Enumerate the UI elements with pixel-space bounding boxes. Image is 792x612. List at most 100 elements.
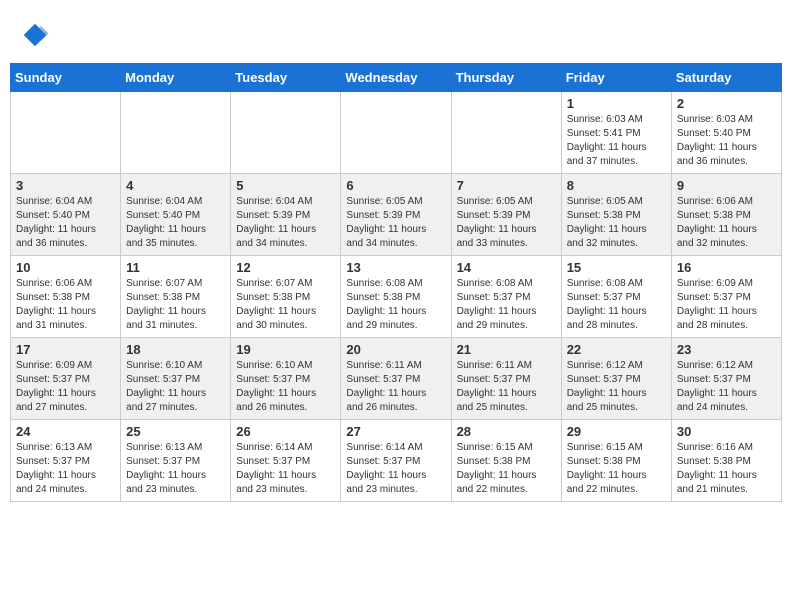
calendar-day-26: 26Sunrise: 6:14 AM Sunset: 5:37 PM Dayli…	[231, 420, 341, 502]
day-info: Sunrise: 6:06 AM Sunset: 5:38 PM Dayligh…	[16, 277, 115, 333]
calendar-day-19: 19 Sunrise: 6:10 AM Sunset: 5:37 PM Dayli…	[231, 338, 341, 420]
day-info: Sunrise: 6:15 AM Sunset: 5:38 PM Dayligh…	[457, 441, 556, 497]
day-number: 20	[346, 342, 445, 357]
calendar-day-23: 23 Sunrise: 6:12 AM Sunset: 5:37 PM Dayli…	[671, 338, 781, 420]
calendar-day-12: 12 Sunrise: 6:07 AM Sunset: 5:38 PM Dayli…	[231, 256, 341, 338]
day-info: Sunrise: 6:12 AM Sunset: 5:37 PM Dayligh…	[677, 359, 776, 415]
calendar-day-6: 6 Sunrise: 6:05 AM Sunset: 5:39 PM Daylig…	[341, 174, 451, 256]
day-number: 3	[16, 178, 115, 193]
day-info: Sunrise: 6:16 AM Sunset: 5:38 PM Dayligh…	[677, 441, 776, 497]
day-number: 13	[346, 260, 445, 275]
day-number: 30	[677, 424, 776, 439]
day-info: Sunrise: 6:09 AM Sunset: 5:37 PM Dayligh…	[677, 277, 776, 333]
calendar-day-24: 24Sunrise: 6:13 AM Sunset: 5:37 PM Dayli…	[11, 420, 121, 502]
generalblue-icon	[20, 20, 50, 50]
header	[10, 10, 782, 55]
calendar-day-4: 4 Sunrise: 6:04 AM Sunset: 5:40 PM Daylig…	[121, 174, 231, 256]
day-number: 17	[16, 342, 115, 357]
weekday-header-thursday: Thursday	[451, 64, 561, 92]
calendar-day-17: 17 Sunrise: 6:09 AM Sunset: 5:37 PM Dayli…	[11, 338, 121, 420]
day-info: Sunrise: 6:11 AM Sunset: 5:37 PM Dayligh…	[346, 359, 445, 415]
day-info: Sunrise: 6:15 AM Sunset: 5:38 PM Dayligh…	[567, 441, 666, 497]
weekday-header-sunday: Sunday	[11, 64, 121, 92]
day-info: Sunrise: 6:06 AM Sunset: 5:38 PM Dayligh…	[677, 195, 776, 251]
calendar-week-row: 17 Sunrise: 6:09 AM Sunset: 5:37 PM Dayli…	[11, 338, 782, 420]
day-number: 22	[567, 342, 666, 357]
calendar-day-30: 30 Sunrise: 6:16 AM Sunset: 5:38 PM Dayli…	[671, 420, 781, 502]
calendar-week-row: 10 Sunrise: 6:06 AM Sunset: 5:38 PM Dayli…	[11, 256, 782, 338]
calendar-day-20: 20 Sunrise: 6:11 AM Sunset: 5:37 PM Dayli…	[341, 338, 451, 420]
day-info: Sunrise: 6:04 AM Sunset: 5:40 PM Dayligh…	[16, 195, 115, 251]
weekday-header-friday: Friday	[561, 64, 671, 92]
day-number: 7	[457, 178, 556, 193]
day-info: Sunrise: 6:13 AM Sunset: 5:37 PM Dayligh…	[16, 441, 115, 497]
calendar-empty-cell	[11, 92, 121, 174]
day-number: 2	[677, 96, 776, 111]
weekday-header-saturday: Saturday	[671, 64, 781, 92]
calendar-day-9: 9 Sunrise: 6:06 AM Sunset: 5:38 PM Daylig…	[671, 174, 781, 256]
day-info: Sunrise: 6:10 AM Sunset: 5:37 PM Dayligh…	[126, 359, 225, 415]
calendar-day-5: 5 Sunrise: 6:04 AM Sunset: 5:39 PM Daylig…	[231, 174, 341, 256]
calendar-day-11: 11Sunrise: 6:07 AM Sunset: 5:38 PM Dayli…	[121, 256, 231, 338]
day-info: Sunrise: 6:08 AM Sunset: 5:37 PM Dayligh…	[457, 277, 556, 333]
day-number: 1	[567, 96, 666, 111]
day-number: 18	[126, 342, 225, 357]
weekday-header-row: SundayMondayTuesdayWednesdayThursdayFrid…	[11, 64, 782, 92]
calendar-day-2: 2 Sunrise: 6:03 AM Sunset: 5:40 PM Daylig…	[671, 92, 781, 174]
day-number: 6	[346, 178, 445, 193]
calendar-day-1: 1 Sunrise: 6:03 AM Sunset: 5:41 PM Daylig…	[561, 92, 671, 174]
calendar-week-row: 3 Sunrise: 6:04 AM Sunset: 5:40 PM Daylig…	[11, 174, 782, 256]
day-info: Sunrise: 6:11 AM Sunset: 5:37 PM Dayligh…	[457, 359, 556, 415]
day-info: Sunrise: 6:13 AM Sunset: 5:37 PM Dayligh…	[126, 441, 225, 497]
day-info: Sunrise: 6:14 AM Sunset: 5:37 PM Dayligh…	[346, 441, 445, 497]
calendar-day-13: 13 Sunrise: 6:08 AM Sunset: 5:38 PM Dayli…	[341, 256, 451, 338]
day-number: 4	[126, 178, 225, 193]
day-info: Sunrise: 6:14 AM Sunset: 5:37 PM Dayligh…	[236, 441, 335, 497]
calendar-day-22: 22Sunrise: 6:12 AM Sunset: 5:37 PM Dayli…	[561, 338, 671, 420]
calendar-empty-cell	[231, 92, 341, 174]
day-number: 10	[16, 260, 115, 275]
calendar-week-row: 1 Sunrise: 6:03 AM Sunset: 5:41 PM Daylig…	[11, 92, 782, 174]
day-info: Sunrise: 6:03 AM Sunset: 5:41 PM Dayligh…	[567, 113, 666, 169]
calendar-day-15: 15 Sunrise: 6:08 AM Sunset: 5:37 PM Dayli…	[561, 256, 671, 338]
day-info: Sunrise: 6:04 AM Sunset: 5:39 PM Dayligh…	[236, 195, 335, 251]
day-number: 23	[677, 342, 776, 357]
day-number: 12	[236, 260, 335, 275]
calendar-day-21: 21Sunrise: 6:11 AM Sunset: 5:37 PM Dayli…	[451, 338, 561, 420]
calendar-empty-cell	[341, 92, 451, 174]
day-number: 15	[567, 260, 666, 275]
calendar-day-27: 27Sunrise: 6:14 AM Sunset: 5:37 PM Dayli…	[341, 420, 451, 502]
calendar-day-7: 7Sunrise: 6:05 AM Sunset: 5:39 PM Daylig…	[451, 174, 561, 256]
day-number: 8	[567, 178, 666, 193]
calendar-day-18: 18 Sunrise: 6:10 AM Sunset: 5:37 PM Dayli…	[121, 338, 231, 420]
day-info: Sunrise: 6:08 AM Sunset: 5:38 PM Dayligh…	[346, 277, 445, 333]
day-number: 25	[126, 424, 225, 439]
weekday-header-tuesday: Tuesday	[231, 64, 341, 92]
day-info: Sunrise: 6:07 AM Sunset: 5:38 PM Dayligh…	[236, 277, 335, 333]
day-number: 9	[677, 178, 776, 193]
day-info: Sunrise: 6:04 AM Sunset: 5:40 PM Dayligh…	[126, 195, 225, 251]
calendar-empty-cell	[121, 92, 231, 174]
calendar-week-row: 24Sunrise: 6:13 AM Sunset: 5:37 PM Dayli…	[11, 420, 782, 502]
day-number: 14	[457, 260, 556, 275]
calendar-day-29: 29 Sunrise: 6:15 AM Sunset: 5:38 PM Dayli…	[561, 420, 671, 502]
day-info: Sunrise: 6:03 AM Sunset: 5:40 PM Dayligh…	[677, 113, 776, 169]
day-number: 29	[567, 424, 666, 439]
weekday-header-wednesday: Wednesday	[341, 64, 451, 92]
day-info: Sunrise: 6:10 AM Sunset: 5:37 PM Dayligh…	[236, 359, 335, 415]
day-number: 28	[457, 424, 556, 439]
day-info: Sunrise: 6:07 AM Sunset: 5:38 PM Dayligh…	[126, 277, 225, 333]
calendar-day-25: 25 Sunrise: 6:13 AM Sunset: 5:37 PM Dayli…	[121, 420, 231, 502]
day-info: Sunrise: 6:09 AM Sunset: 5:37 PM Dayligh…	[16, 359, 115, 415]
day-info: Sunrise: 6:08 AM Sunset: 5:37 PM Dayligh…	[567, 277, 666, 333]
day-info: Sunrise: 6:05 AM Sunset: 5:39 PM Dayligh…	[346, 195, 445, 251]
day-number: 5	[236, 178, 335, 193]
calendar-empty-cell	[451, 92, 561, 174]
day-number: 19	[236, 342, 335, 357]
calendar-day-3: 3 Sunrise: 6:04 AM Sunset: 5:40 PM Daylig…	[11, 174, 121, 256]
calendar-day-28: 28 Sunrise: 6:15 AM Sunset: 5:38 PM Dayli…	[451, 420, 561, 502]
day-info: Sunrise: 6:05 AM Sunset: 5:38 PM Dayligh…	[567, 195, 666, 251]
calendar-day-8: 8 Sunrise: 6:05 AM Sunset: 5:38 PM Daylig…	[561, 174, 671, 256]
weekday-header-monday: Monday	[121, 64, 231, 92]
calendar-day-10: 10 Sunrise: 6:06 AM Sunset: 5:38 PM Dayli…	[11, 256, 121, 338]
